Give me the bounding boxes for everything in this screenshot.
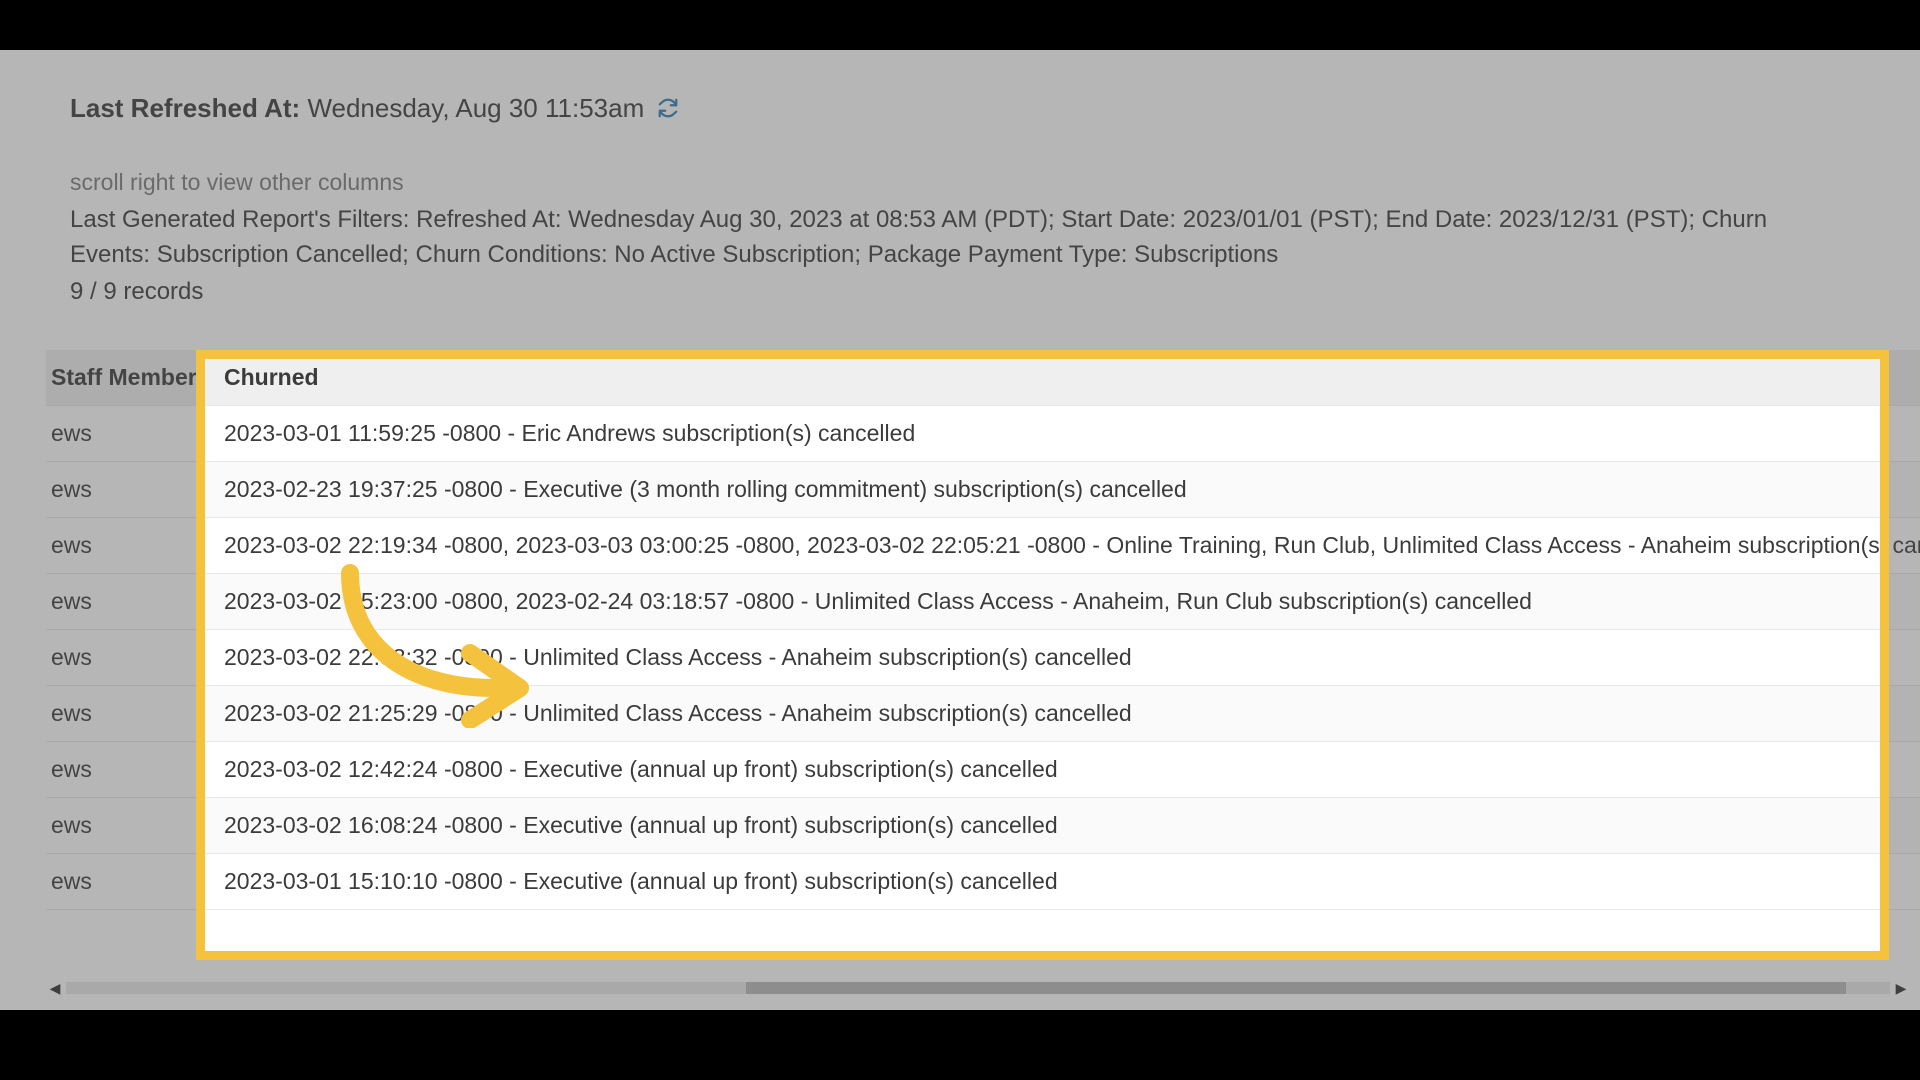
report-filters-summary: Last Generated Report's Filters: Refresh… [70,203,1850,273]
table-row: 2023-03-01 15:10:10 -0800 - Executive (a… [196,854,1889,910]
table-row: 2023-03-02 05:23:00 -0800, 2023-02-24 03… [196,574,1889,630]
cell-staff: ews [46,462,209,518]
cell-churned: 2023-02-23 19:37:25 -0800 - Executive (3… [196,462,1889,518]
cell-churned: 2023-03-01 15:10:10 -0800 - Executive (a… [196,854,1889,910]
table-row: 2023-03-01 11:59:25 -0800 - Eric Andrews… [196,406,1889,462]
table-row: 2023-03-02 22:19:34 -0800, 2023-03-03 03… [196,518,1889,574]
refresh-icon[interactable] [657,97,679,119]
table-row: 2023-03-02 22:53:32 -0800 - Unlimited Cl… [196,630,1889,686]
table-row: 2023-03-02 12:42:24 -0800 - Executive (a… [196,742,1889,798]
scroll-right-icon[interactable]: ▶ [1892,978,1910,998]
cell-staff: ews [46,854,209,910]
scroll-thumb[interactable] [746,982,1846,994]
cell-churned: 2023-03-02 16:08:24 -0800 - Executive (a… [196,798,1889,854]
cell-churned: 2023-03-02 21:25:29 -0800 - Unlimited Cl… [196,686,1889,742]
table-row: 2023-03-02 16:08:24 -0800 - Executive (a… [196,798,1889,854]
horizontal-scrollbar[interactable]: ◀ ▶ [46,978,1910,998]
table-row: 2023-03-02 21:25:29 -0800 - Unlimited Cl… [196,686,1889,742]
cell-staff: ews [46,406,209,462]
table-row: 2023-02-23 19:37:25 -0800 - Executive (3… [196,462,1889,518]
cell-churned: 2023-03-01 11:59:25 -0800 - Eric Andrews… [196,406,1889,462]
last-refreshed-value: Wednesday, Aug 30 11:53am [307,93,644,123]
last-refreshed-label: Last Refreshed At: [70,93,300,123]
cell-staff: ews [46,574,209,630]
cell-staff: ews [46,742,209,798]
cell-churned: 2023-03-02 22:19:34 -0800, 2023-03-03 03… [196,518,1889,574]
column-header-staff[interactable]: Staff Member [46,350,209,406]
highlight-content: Churned 2023-03-01 11:59:25 -0800 - Eric… [196,350,1889,960]
scroll-hint: scroll right to view other columns [70,166,1890,199]
cell-staff: ews [46,630,209,686]
app-panel: Last Refreshed At: Wednesday, Aug 30 11:… [0,50,1920,1010]
record-count: 9 / 9 records [70,275,1890,310]
last-refreshed-line: Last Refreshed At: Wednesday, Aug 30 11:… [70,90,1890,128]
column-header-churned-highlight: Churned [196,350,1889,406]
cell-churned: 2023-03-02 12:42:24 -0800 - Executive (a… [196,742,1889,798]
cell-churned: 2023-03-02 22:53:32 -0800 - Unlimited Cl… [196,630,1889,686]
scroll-left-icon[interactable]: ◀ [46,978,64,998]
cell-staff: ews [46,798,209,854]
cell-churned: 2023-03-02 05:23:00 -0800, 2023-02-24 03… [196,574,1889,630]
cell-staff: ews [46,518,209,574]
cell-staff: ews [46,686,209,742]
